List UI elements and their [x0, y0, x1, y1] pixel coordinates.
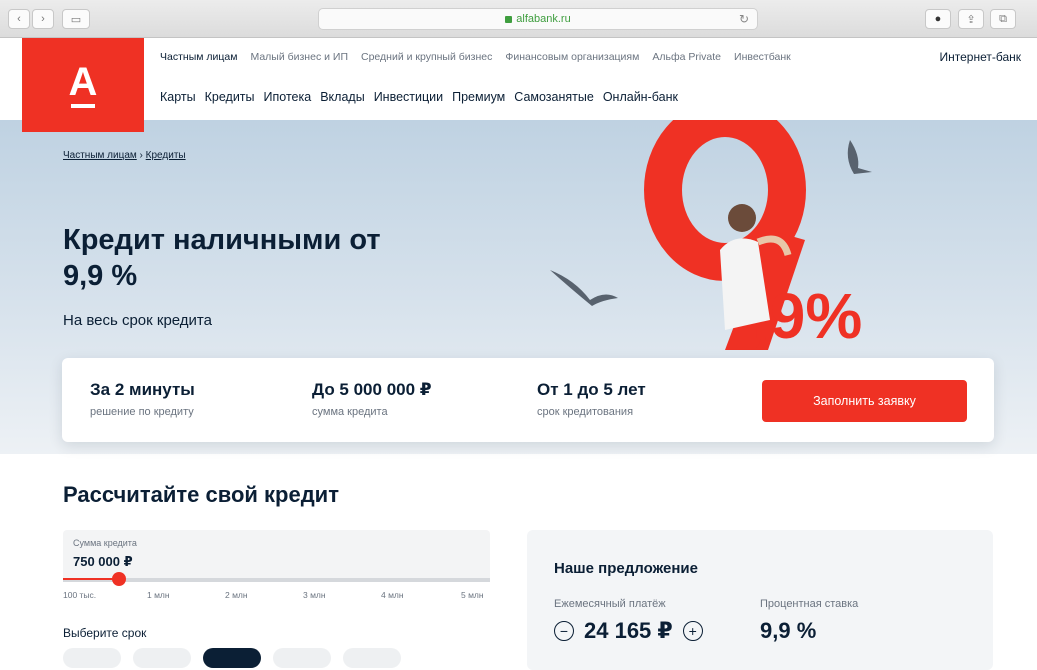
tick-label: 1 млн	[147, 590, 170, 600]
topnav-item-small-business[interactable]: Малый бизнес и ИП	[250, 51, 348, 63]
topnav-item-private[interactable]: Альфа Private	[652, 51, 721, 63]
subnav-item-cards[interactable]: Карты	[160, 90, 196, 104]
seagull-right	[847, 140, 872, 174]
internet-bank-link[interactable]: Интернет-банк	[939, 50, 1021, 64]
calculator-title: Рассчитайте свой кредит	[63, 482, 339, 507]
breadcrumb-separator: ›	[139, 150, 143, 161]
product-nav: Карты Кредиты Ипотека Вклады Инвестиции …	[160, 90, 678, 104]
subnav-item-credits[interactable]: Кредиты	[205, 90, 255, 104]
term-option[interactable]	[273, 648, 331, 668]
tabs-icon[interactable]: ⧉	[990, 9, 1016, 29]
loan-amount-value: 750 000 ₽	[73, 554, 133, 569]
page-subtitle: На весь срок кредита	[63, 312, 212, 329]
fact-term-value: От 1 до 5 лет	[537, 380, 646, 399]
breadcrumb-root[interactable]: Частным лицам	[63, 150, 137, 161]
tick-label: 2 млн	[225, 590, 248, 600]
subnav-item-online-bank[interactable]: Онлайн-банк	[603, 90, 678, 104]
promo-rate-text: ,9%	[752, 280, 862, 352]
topnav-item-corporate[interactable]: Средний и крупный бизнес	[361, 51, 492, 63]
reload-icon[interactable]: ↻	[739, 12, 749, 26]
offer-panel: Наше предложение Ежемесячный платёж − 24…	[527, 530, 993, 670]
monthly-payment-label: Ежемесячный платёж	[554, 598, 666, 610]
forward-icon[interactable]: ›	[32, 9, 54, 29]
segment-nav: Частным лицам Малый бизнес и ИП Средний …	[160, 51, 791, 63]
privacy-icon[interactable]: ●	[925, 9, 951, 29]
monthly-payment-value: 24 165 ₽	[584, 618, 673, 643]
term-option[interactable]	[343, 648, 401, 668]
breadcrumb: Частным лицам › Кредиты	[63, 150, 186, 161]
address-bar-url: alfabank.ru	[516, 13, 571, 25]
slider-fill	[63, 578, 119, 580]
fact-decision: За 2 минуты решение по кредиту	[90, 380, 195, 418]
fact-amount-value: До 5 000 000 ₽	[312, 380, 432, 399]
monthly-payment: Ежемесячный платёж − 24 165 ₽ +	[554, 598, 703, 644]
topnav-item-investbank[interactable]: Инвестбанк	[734, 51, 791, 63]
loan-facts-card: За 2 минуты решение по кредиту До 5 000 …	[62, 358, 994, 442]
fact-decision-value: За 2 минуты	[90, 380, 195, 399]
tick-label: 5 млн	[461, 590, 484, 600]
term-option[interactable]	[63, 648, 121, 668]
term-selector	[63, 648, 401, 668]
fact-amount-caption: сумма кредита	[312, 406, 388, 418]
breadcrumb-current[interactable]: Кредиты	[146, 150, 186, 161]
logo-bar	[71, 104, 95, 108]
subnav-item-premium[interactable]: Премиум	[452, 90, 505, 104]
fact-decision-caption: решение по кредиту	[90, 406, 194, 418]
browser-toolbar: ‹ › ▭ alfabank.ru ↻ ● ⇪ ⧉	[0, 0, 1037, 38]
tick-label: 3 млн	[303, 590, 326, 600]
alfa-logo[interactable]: А	[22, 38, 144, 132]
topnav-item-individuals[interactable]: Частным лицам	[160, 51, 237, 63]
fact-amount: До 5 000 000 ₽ сумма кредита	[312, 380, 432, 418]
subnav-item-investments[interactable]: Инвестиции	[374, 90, 443, 104]
slider-handle[interactable]	[111, 572, 126, 586]
subnav-item-deposits[interactable]: Вклады	[320, 90, 364, 104]
tick-label: 100 тыс.	[63, 590, 97, 600]
term-option[interactable]	[133, 648, 191, 668]
tick-label: 4 млн	[381, 590, 404, 600]
site-header: Частным лицам Малый бизнес и ИП Средний …	[0, 38, 1037, 120]
fact-term-caption: срок кредитования	[537, 406, 634, 418]
increase-icon[interactable]: +	[682, 621, 703, 641]
back-icon[interactable]: ‹	[8, 9, 30, 29]
seagull-left	[550, 270, 618, 306]
decrease-icon[interactable]: −	[554, 621, 574, 641]
lock-icon	[505, 15, 513, 23]
loan-amount-label: Сумма кредита	[73, 538, 137, 548]
subnav-item-mortgage[interactable]: Ипотека	[264, 90, 312, 104]
offer-title: Наше предложение	[554, 560, 698, 577]
share-icon[interactable]: ⇪	[958, 9, 984, 29]
loan-amount-field[interactable]: Сумма кредита 750 000 ₽	[63, 530, 490, 580]
promo-illustration: ,9%	[550, 120, 872, 352]
subnav-item-self-employed[interactable]: Самозанятые	[514, 90, 594, 104]
interest-rate-value: 9,9 %	[760, 618, 817, 643]
fact-term: От 1 до 5 лет срок кредитования	[537, 380, 646, 418]
interest-rate-label: Процентная ставка	[760, 598, 859, 610]
term-option-selected[interactable]	[203, 648, 261, 668]
interest-rate: Процентная ставка 9,9 %	[760, 598, 858, 644]
woman-head	[728, 204, 756, 232]
apply-button[interactable]: Заполнить заявку	[762, 380, 967, 422]
address-bar[interactable]: alfabank.ru ↻	[318, 8, 758, 30]
term-label: Выберите срок	[63, 626, 147, 640]
sidebar-toggle-icon[interactable]: ▭	[62, 9, 90, 29]
logo-letter: А	[68, 60, 98, 104]
loan-amount-slider[interactable]	[63, 572, 490, 586]
page-title: Кредит наличными от 9,9 %	[63, 224, 381, 292]
topnav-item-financial[interactable]: Финансовым организациям	[505, 51, 639, 63]
